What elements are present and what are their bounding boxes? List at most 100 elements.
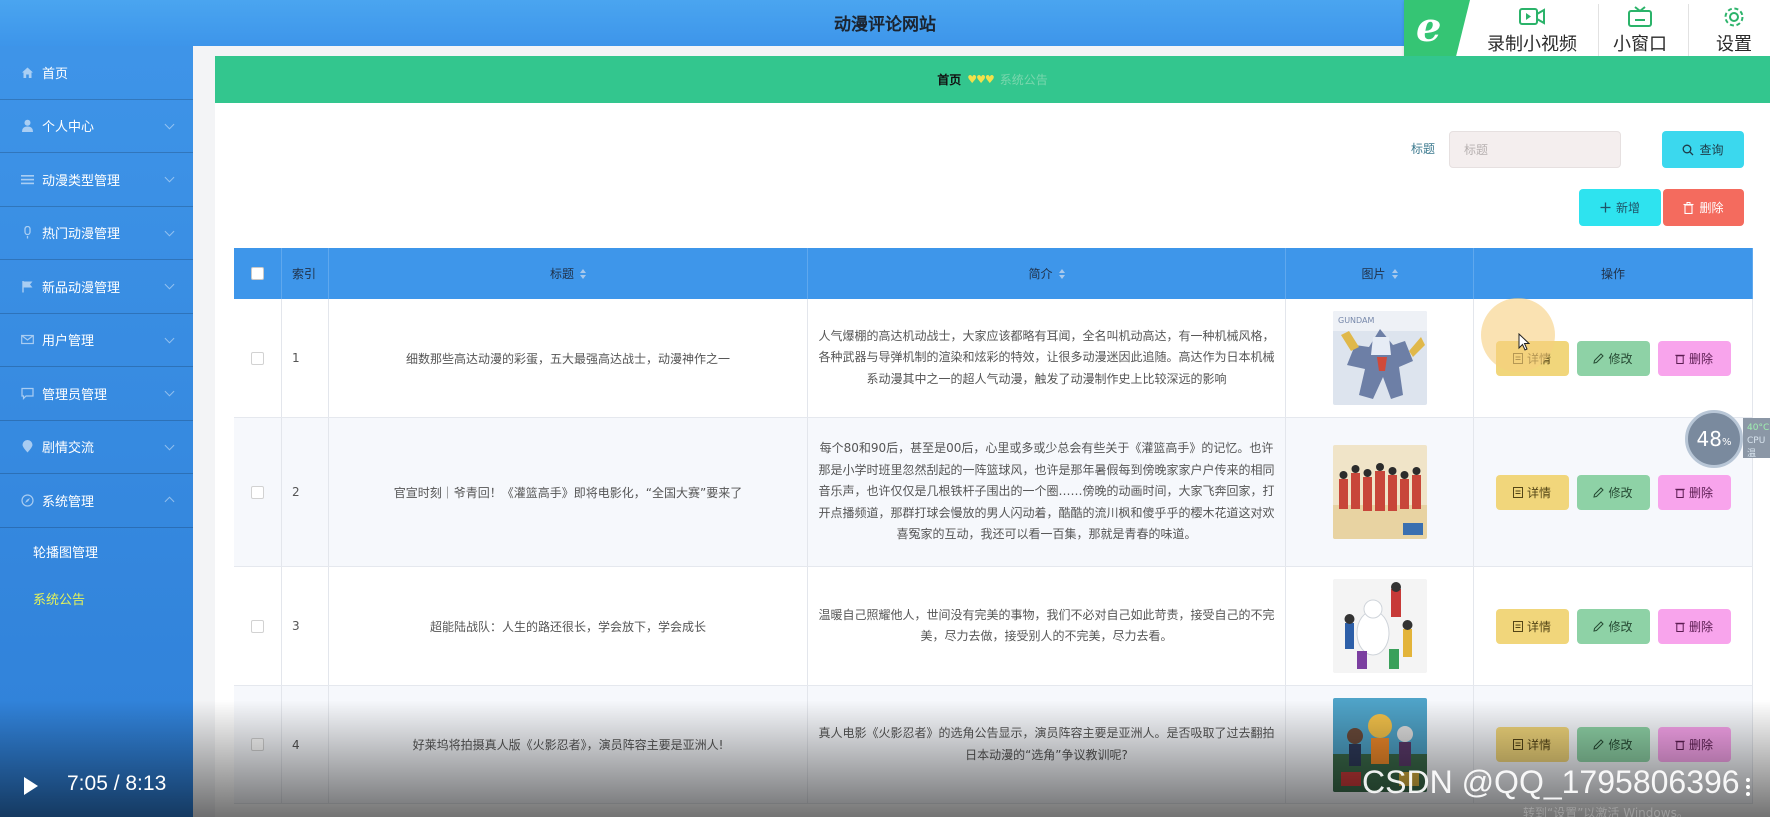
sidebar-subitem-label: 系统公告: [33, 592, 86, 608]
sidebar-item-hot-anime[interactable]: 热门动漫管理: [0, 207, 193, 260]
chevron-down-icon: [164, 333, 175, 343]
delete-button[interactable]: 删除: [1657, 340, 1731, 376]
row-cell-index: 3: [282, 567, 329, 685]
sidebar-item-home[interactable]: 首页: [0, 46, 193, 100]
detail-button[interactable]: 详情: [1495, 727, 1569, 762]
sort-icon[interactable]: [1391, 268, 1398, 279]
video-time: 7:05 / 8:13: [67, 772, 167, 795]
trash-icon: [1675, 622, 1685, 632]
divider: [1688, 4, 1689, 60]
big-hero-6-thumbnail[interactable]: [1332, 579, 1427, 673]
cpu-percent-unit: %: [1721, 436, 1732, 448]
chevron-down-icon: [164, 119, 175, 129]
delete-button[interactable]: 删除: [1657, 727, 1731, 762]
row-checkbox[interactable]: [251, 351, 264, 365]
sidebar-subitem-announcements[interactable]: 系统公告: [0, 575, 193, 622]
chevron-down-icon: [164, 440, 175, 450]
breadcrumb: 首页 ♥♥♥ 系统公告: [215, 56, 1770, 103]
chevron-down-icon: [164, 386, 175, 397]
screen-recorder-widget: e 录制小视频 小窗口 设置: [1404, 0, 1770, 64]
row-cell-index: 1: [282, 299, 329, 417]
sidebar-item-admins[interactable]: 管理员管理: [0, 367, 193, 421]
cpu-percent: 48: [1696, 427, 1722, 451]
search-label: 标题: [1411, 142, 1436, 156]
header-cell-image[interactable]: 图片: [1286, 248, 1474, 299]
header-cell-actions: 操作: [1474, 248, 1753, 299]
cpu-temperature: 40°C: [1747, 423, 1770, 433]
sidebar-item-plot-discussion[interactable]: 剧情交流: [0, 421, 193, 474]
edit-button[interactable]: 修改: [1576, 608, 1650, 644]
delete-button-label: 删除: [1688, 351, 1713, 366]
edit-button-label: 修改: [1608, 738, 1633, 752]
sidebar-item-label: 系统管理: [42, 494, 95, 510]
delete-button-label: 删除: [1688, 485, 1713, 500]
sidebar-item-label: 用户管理: [42, 334, 95, 350]
row-cell-index: 2: [282, 418, 329, 566]
search-input[interactable]: [1449, 131, 1621, 168]
sidebar-subitem-carousel[interactable]: 轮播图管理: [0, 528, 193, 575]
row-cell-title: 超能陆战队：人生的路还很长，学会放下，学会成长: [329, 567, 808, 685]
browser-logo-icon[interactable]: e: [1404, 0, 1470, 64]
column-header: 图片: [1361, 267, 1386, 281]
column-header: 标题: [549, 267, 574, 281]
gundam-thumbnail[interactable]: GUNDAM: [1332, 311, 1427, 405]
windows-activation-notice: 转到“设置”以激活 Windows。: [1523, 806, 1689, 817]
chevron-up-icon: [164, 496, 175, 507]
list-icon: [20, 172, 34, 186]
chevron-down-icon: [164, 226, 175, 236]
more-options-icon[interactable]: [1746, 778, 1750, 798]
sidebar-item-label: 剧情交流: [42, 441, 95, 457]
delete-button[interactable]: 删除: [1657, 608, 1731, 644]
row-cell-image: GUNDAM: [1286, 299, 1474, 417]
video-camera-icon: [1519, 8, 1545, 25]
slam-dunk-thumbnail[interactable]: [1332, 445, 1427, 539]
row-checkbox[interactable]: [251, 619, 264, 633]
mini-window-button[interactable]: 小窗口: [1604, 0, 1676, 64]
table-header: 索引 标题 简介 图片 操作: [234, 248, 1753, 299]
user-icon: [20, 119, 34, 133]
pencil-icon: [1593, 352, 1605, 364]
edit-button[interactable]: 修改: [1576, 474, 1650, 510]
row-cell-title: 细数那些高达动漫的彩蛋，五大最强高达战士，动漫神作之一: [329, 299, 808, 417]
detail-button[interactable]: 详情: [1495, 474, 1569, 510]
delete-button[interactable]: 删除: [1657, 474, 1731, 510]
breadcrumb-home[interactable]: 首页: [937, 71, 961, 88]
sidebar-item-label: 动漫类型管理: [42, 173, 121, 189]
query-button[interactable]: 查询: [1662, 131, 1744, 168]
delete-button-label: 删除: [1688, 619, 1713, 634]
cpu-usage-gauge[interactable]: 48%: [1685, 410, 1743, 468]
header-cell-title[interactable]: 标题: [329, 248, 808, 299]
trash-icon: [1675, 740, 1685, 750]
sidebar-item-anime-types[interactable]: 动漫类型管理: [0, 153, 193, 207]
settings-button[interactable]: 设置: [1704, 0, 1764, 64]
add-button[interactable]: 新增: [1579, 189, 1661, 226]
sidebar-item-system[interactable]: 系统管理: [0, 474, 193, 528]
header-cell-desc[interactable]: 简介: [808, 248, 1286, 299]
sidebar-item-new-anime[interactable]: 新品动漫管理: [0, 260, 193, 314]
record-video-label: 录制小视频: [1487, 34, 1577, 55]
trash-icon: [1683, 201, 1694, 214]
column-header: 简介: [1028, 267, 1053, 281]
sort-icon[interactable]: [1058, 268, 1065, 279]
csdn-watermark: CSDN @QQ_1795806396: [1362, 764, 1740, 800]
sort-icon[interactable]: [580, 268, 586, 279]
batch-delete-button[interactable]: 删除: [1663, 189, 1744, 226]
sidebar-item-profile[interactable]: 个人中心: [0, 100, 193, 153]
row-checkbox[interactable]: [251, 485, 264, 499]
row-cell-image: [1286, 418, 1474, 566]
detail-button[interactable]: 详情: [1495, 608, 1569, 644]
record-video-button[interactable]: 录制小视频: [1476, 0, 1588, 64]
play-icon[interactable]: [24, 777, 38, 795]
select-all-checkbox[interactable]: [251, 267, 264, 280]
delete-button-label: 删除: [1688, 738, 1713, 752]
row-cell: [234, 299, 282, 417]
cpu-temperature-panel: 40°C CPU温: [1743, 418, 1770, 459]
edit-button[interactable]: 修改: [1576, 340, 1650, 376]
edit-button[interactable]: 修改: [1576, 727, 1650, 762]
row-cell-actions: 详情 修改 删除: [1474, 567, 1753, 685]
document-icon: [1512, 739, 1523, 750]
sidebar-item-users[interactable]: 用户管理: [0, 314, 193, 367]
breadcrumb-separator-icon: ♥♥♥: [967, 73, 995, 86]
row-cell-desc: 每个80和90后，甚至是00后，心里或多或少总会有些关于《灌篮高手》的记忆。也许…: [808, 418, 1286, 566]
row-checkbox[interactable]: [251, 738, 264, 751]
